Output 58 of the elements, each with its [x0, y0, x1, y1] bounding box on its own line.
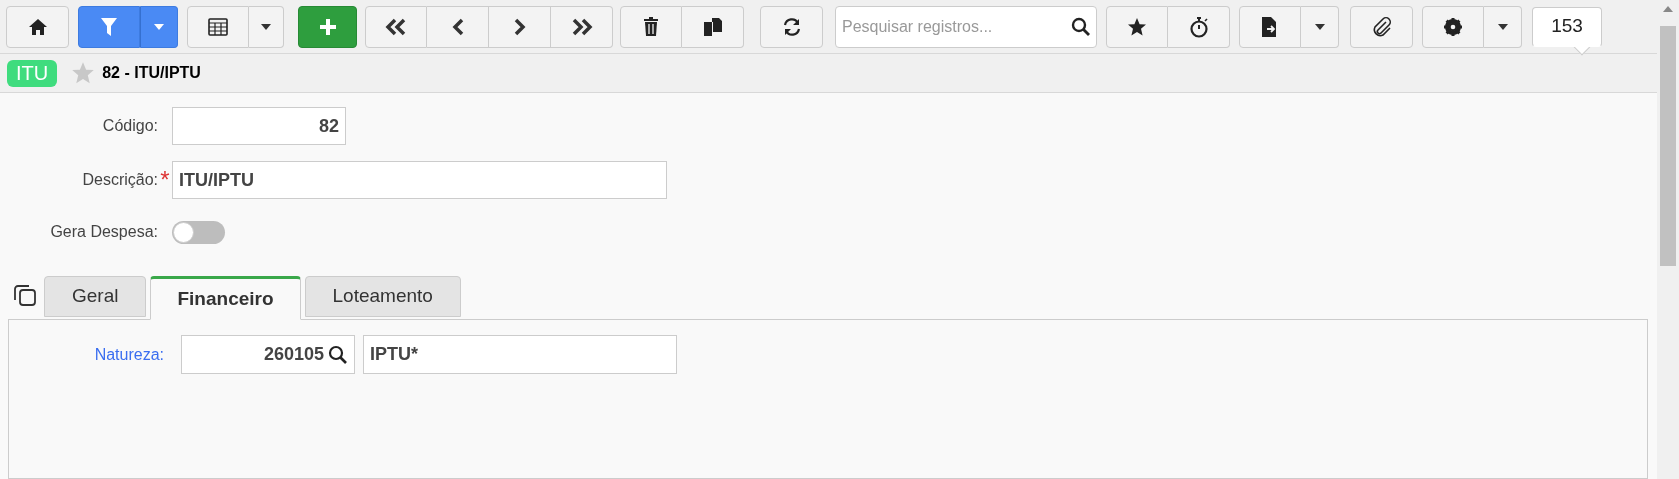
search-icon: [1071, 16, 1091, 37]
caret-icon: [1497, 23, 1508, 30]
copy-icon[interactable]: [13, 283, 37, 307]
field-label: Descrição:: [81, 170, 158, 190]
chevron-right-icon: [513, 17, 526, 36]
field-label[interactable]: Natureza:: [9, 342, 164, 367]
tab[interactable]: Loteamento: [304, 276, 461, 317]
trash-icon: [643, 16, 659, 37]
copy-icon: [702, 16, 723, 37]
code-lookup-field[interactable]: 260105: [181, 335, 355, 374]
settings-button[interactable]: [1422, 5, 1484, 48]
search-field[interactable]: Pesquisar registros...: [835, 5, 1097, 48]
caret-icon: [1314, 23, 1325, 30]
plus-icon: [317, 16, 338, 37]
settings-icon: [1443, 16, 1463, 37]
refresh-icon: [781, 16, 802, 37]
code-field[interactable]: 82: [172, 107, 346, 145]
filter-icon: [100, 15, 118, 38]
last-record-button[interactable]: [551, 5, 613, 48]
dropdown-button[interactable]: [140, 5, 178, 48]
record-count-bubble: 153: [1532, 6, 1602, 47]
scroll-up-icon[interactable]: [1663, 6, 1673, 12]
module-badge: ITU: [7, 59, 58, 87]
field-label: Código:: [101, 116, 158, 136]
table-icon: [208, 17, 228, 36]
tab[interactable]: Geral: [44, 276, 147, 317]
search-icon[interactable]: [328, 345, 348, 365]
toggle-switch[interactable]: [172, 220, 225, 244]
filter-button[interactable]: [78, 5, 140, 48]
description-field[interactable]: ITU/IPTU: [172, 161, 667, 199]
field-label: Gera Despesa:: [49, 222, 158, 242]
star-icon: [1127, 16, 1147, 37]
favorite-button[interactable]: [1106, 5, 1168, 48]
export-button[interactable]: [1239, 5, 1301, 48]
grid-view-button[interactable]: [187, 5, 249, 48]
add-button[interactable]: [298, 5, 357, 48]
duplicate-button[interactable]: [682, 5, 744, 48]
record-title: 82 - ITU/IPTU: [102, 63, 201, 84]
required-mark: *: [159, 168, 171, 192]
timer-button[interactable]: [1168, 5, 1230, 48]
description-field[interactable]: IPTU*: [363, 335, 677, 374]
first-record-button[interactable]: [365, 5, 427, 48]
refresh-button[interactable]: [760, 5, 823, 48]
chevron-left-icon: [451, 17, 464, 36]
home-icon: [27, 17, 48, 36]
attach-button[interactable]: [1350, 5, 1413, 48]
next-button[interactable]: [489, 5, 551, 48]
stopwatch-icon: [1188, 15, 1209, 38]
double-chevron-right-icon: [570, 17, 593, 36]
double-chevron-left-icon: [385, 17, 407, 36]
caret-icon: [261, 23, 271, 30]
scrollbar[interactable]: [1657, 0, 1679, 479]
tab[interactable]: Financeiro: [150, 276, 301, 320]
caret-icon: [154, 23, 164, 30]
delete-button[interactable]: [620, 5, 682, 48]
file-export-icon: [1261, 15, 1279, 38]
home-button[interactable]: [6, 5, 69, 48]
previous-button[interactable]: [427, 5, 489, 48]
